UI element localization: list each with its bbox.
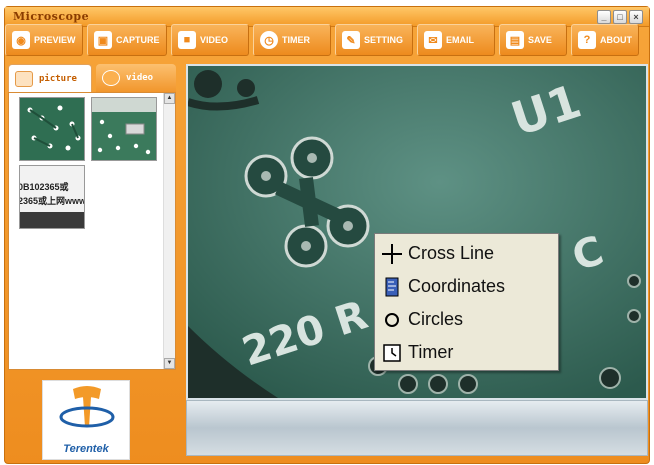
about-label: ABOUT (600, 35, 632, 45)
maximize-icon[interactable]: □ (613, 10, 627, 24)
tab-video[interactable]: video (96, 64, 176, 92)
brand-logo: Terentek (42, 380, 130, 460)
capture-button[interactable]: ▣ CAPTURE (87, 24, 167, 56)
video-label: VIDEO (200, 35, 229, 45)
eye-icon: ◉ (12, 31, 30, 49)
floppy-disk-icon: ▤ (506, 31, 524, 49)
minimize-icon[interactable]: _ (597, 10, 611, 24)
video-camera-icon: ■ (178, 31, 196, 49)
preview-label: PREVIEW (34, 35, 76, 45)
email-button[interactable]: ✉ EMAIL (417, 24, 495, 56)
thumbnail-panel: 0B102365或 2365或上网www. ▲ ▼ (8, 92, 176, 370)
menu-item-label: Coordinates (408, 276, 506, 296)
close-icon[interactable]: × (629, 10, 643, 24)
status-bar (186, 400, 648, 456)
setting-label: SETTING (364, 35, 404, 45)
menu-item-label: Circles (408, 309, 464, 329)
menu-item-cross-line[interactable]: Cross Line (375, 237, 558, 270)
menu-item-coordinates[interactable]: Coordinates (375, 270, 558, 303)
thumbnail-2[interactable] (91, 97, 157, 161)
film-reel-icon (102, 70, 120, 86)
menu-item-timer[interactable]: Timer (375, 336, 558, 369)
menu-item-label: Cross Line (408, 243, 495, 263)
picture-icon (15, 70, 33, 87)
wrench-icon: ✎ (342, 31, 360, 49)
thumbnail-3[interactable]: 0B102365或 2365或上网www. (19, 165, 85, 229)
menu-item-circles[interactable]: Circles (375, 303, 558, 336)
clock-icon (382, 343, 402, 363)
thumbnail-1[interactable] (19, 97, 85, 161)
about-button[interactable]: ? ABOUT (571, 24, 639, 56)
video-button[interactable]: ■ VIDEO (171, 24, 249, 56)
tab-video-label: video (126, 73, 154, 83)
logo-text: Terentek (63, 443, 109, 455)
tab-picture[interactable]: picture (8, 64, 92, 92)
setting-button[interactable]: ✎ SETTING (335, 24, 413, 56)
scroll-down-icon[interactable]: ▼ (164, 358, 175, 369)
scroll-up-icon[interactable]: ▲ (164, 93, 175, 104)
email-label: EMAIL (446, 35, 474, 45)
thumbnail-3-text-1: 0B102365或 (19, 182, 69, 192)
question-mark-icon: ? (578, 31, 596, 49)
capture-label: CAPTURE (116, 35, 160, 45)
toolbar: ◉ PREVIEW ▣ CAPTURE ■ VIDEO ◷ TIMER ✎ SE… (5, 24, 641, 58)
window-controls: _ □ × (597, 10, 643, 24)
thumbnail-scrollbar[interactable]: ▲ ▼ (163, 93, 175, 369)
timer-button[interactable]: ◷ TIMER (253, 24, 331, 56)
camera-icon: ▣ (94, 31, 112, 49)
circle-icon (382, 310, 402, 330)
menu-item-label: Timer (408, 342, 454, 362)
thumbnail-3-text-2: 2365或上网www. (19, 196, 85, 206)
timer-label: TIMER (282, 35, 310, 45)
crosshair-icon (382, 243, 402, 264)
terentek-logo-icon (59, 386, 115, 428)
save-button[interactable]: ▤ SAVE (499, 24, 567, 56)
save-label: SAVE (528, 35, 552, 45)
tab-picture-label: picture (39, 73, 77, 84)
preview-button[interactable]: ◉ PREVIEW (5, 24, 83, 56)
window-title: Microscope (13, 10, 90, 23)
media-tabs: picture video (8, 64, 176, 92)
thumbnail-3-dark-strip (20, 212, 84, 228)
ruler-icon (382, 277, 402, 297)
envelope-icon: ✉ (424, 31, 442, 49)
context-menu: Cross Line Coordinates Circles Timer (374, 233, 559, 371)
clock-icon: ◷ (260, 31, 278, 49)
